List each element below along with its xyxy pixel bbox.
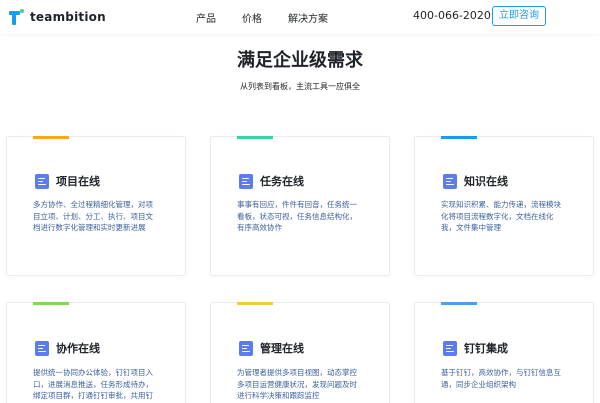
card-title: 任务在线 xyxy=(260,175,304,188)
document-icon xyxy=(443,173,457,189)
feature-card-knowledge[interactable]: 知识在线 实现知识积累、能力传递，流程模块化将项目流程数字化，文档在线化我，文件… xyxy=(414,136,594,276)
feature-card-collaboration[interactable]: 协作在线 提供统一协同办公体验，钉钉项目入口，进展消息推送，任务形成待办，绑定项… xyxy=(6,302,186,403)
card-description: 实现知识积累、能力传递，流程模块化将项目流程数字化，文档在线化我，文件集中管理 xyxy=(441,200,561,232)
card-accent-bar xyxy=(237,302,273,305)
document-icon xyxy=(443,340,457,356)
card-accent-bar xyxy=(237,136,273,139)
card-title: 钉钉集成 xyxy=(464,342,508,355)
feature-card-task[interactable]: 任务在线 事事有回应，件件有回音，任务统一看板，状态可视，任务信息结构化，有序高… xyxy=(210,136,390,276)
logo[interactable]: teambition xyxy=(8,8,106,26)
card-description: 多方协作、全过程精细化管理，对项目立项、计划、分工、执行、项目文档进行数字化管理… xyxy=(33,200,153,232)
card-accent-bar xyxy=(441,136,477,139)
card-accent-bar xyxy=(33,136,69,139)
section-title: 满足企业级需求 xyxy=(237,50,363,71)
card-description: 事事有回应，件件有回音，任务统一看板，状态可视，任务信息结构化，有序高效协作 xyxy=(237,200,357,232)
teambition-logo-icon xyxy=(8,9,24,25)
card-description: 为管理者提供多项目视图，动态掌控多项目运营健康状况，发现问题及时进行科学决策和跟… xyxy=(237,368,357,400)
document-icon xyxy=(239,173,253,189)
card-title: 协作在线 xyxy=(56,342,100,355)
card-description: 基于钉钉，高效协作，与钉钉信息互通，同步企业组织架构 xyxy=(441,368,561,389)
nav-links: 产品 价格 解决方案 xyxy=(196,10,354,25)
document-icon xyxy=(35,340,49,356)
card-accent-bar xyxy=(33,302,69,305)
nav-link-solutions[interactable]: 解决方案 xyxy=(288,10,328,25)
card-description: 提供统一协同办公体验，钉钉项目入口，进展消息推送，任务形成待办，绑定项目群，打通… xyxy=(33,368,153,403)
document-icon xyxy=(35,173,49,189)
phone-number: 400-066-2020 xyxy=(413,9,491,22)
feature-card-project[interactable]: 项目在线 多方协作、全过程精细化管理，对项目立项、计划、分工、执行、项目文档进行… xyxy=(6,136,186,276)
card-title: 项目在线 xyxy=(56,175,100,188)
nav-link-product[interactable]: 产品 xyxy=(196,10,216,25)
nav-link-pricing[interactable]: 价格 xyxy=(242,10,262,25)
logo-text: teambition xyxy=(30,10,106,24)
card-title: 知识在线 xyxy=(464,175,508,188)
feature-card-dingtalk[interactable]: 钉钉集成 基于钉钉，高效协作，与钉钉信息互通，同步企业组织架构 xyxy=(414,302,594,403)
card-title: 管理在线 xyxy=(260,342,304,355)
feature-card-management[interactable]: 管理在线 为管理者提供多项目视图，动态掌控多项目运营健康状况，发现问题及时进行科… xyxy=(210,302,390,403)
document-icon xyxy=(239,340,253,356)
section-subtitle: 从列表到看板，主流工具一应俱全 xyxy=(240,82,360,91)
consult-button[interactable]: 立即咨询 xyxy=(492,6,546,26)
top-navbar: teambition 产品 价格 解决方案 400-066-2020 立即咨询 xyxy=(0,0,600,34)
card-accent-bar xyxy=(441,302,477,305)
